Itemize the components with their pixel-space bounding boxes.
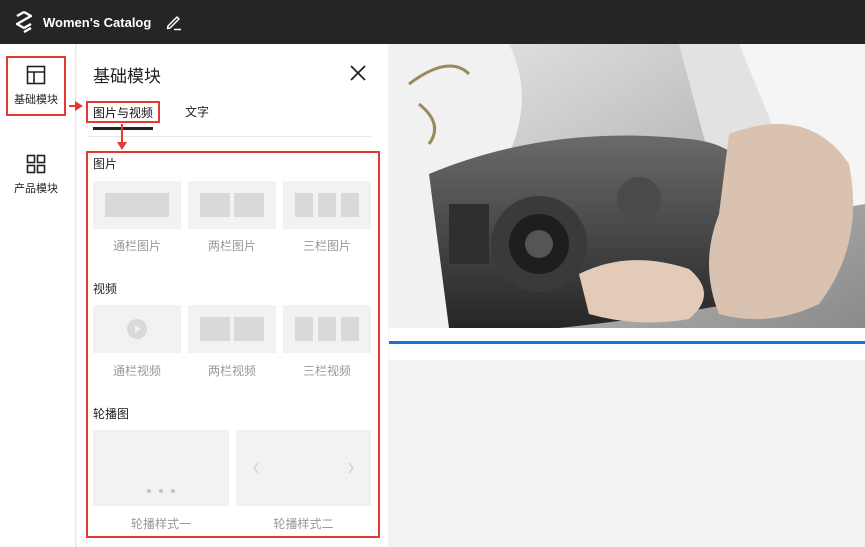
edit-pencil-icon[interactable] — [164, 12, 184, 32]
annotation-highlight-box — [86, 151, 380, 538]
divider — [87, 136, 371, 137]
tab-text[interactable]: 文字 — [185, 103, 209, 120]
annotation-arrow-right — [69, 101, 83, 111]
close-icon — [350, 65, 366, 81]
app-title: Women's Catalog — [43, 14, 152, 30]
left-rail: 基础模块 产品模块 — [0, 44, 76, 547]
canvas-spacer — [389, 328, 865, 341]
canvas-empty-area — [389, 360, 865, 547]
close-button[interactable] — [349, 64, 369, 84]
panel-title: 基础模块 — [93, 67, 161, 87]
active-tab-indicator — [93, 127, 153, 130]
canvas-image-preview[interactable] — [389, 44, 865, 328]
layout-icon — [26, 65, 46, 85]
grid-icon — [26, 154, 46, 174]
rail-item-label: 基础模块 — [14, 93, 58, 106]
canvas-section — [389, 344, 865, 360]
logo-icon — [14, 11, 34, 33]
rail-item-label: 产品模块 — [14, 182, 58, 195]
annotation-arrow-down — [117, 124, 127, 150]
tab-images-videos[interactable]: 图片与视频 — [86, 101, 160, 123]
rail-item-basic-modules[interactable]: 基础模块 — [6, 56, 66, 116]
top-bar: Women's Catalog — [0, 0, 865, 44]
rail-item-product-modules[interactable]: 产品模块 — [6, 145, 66, 205]
